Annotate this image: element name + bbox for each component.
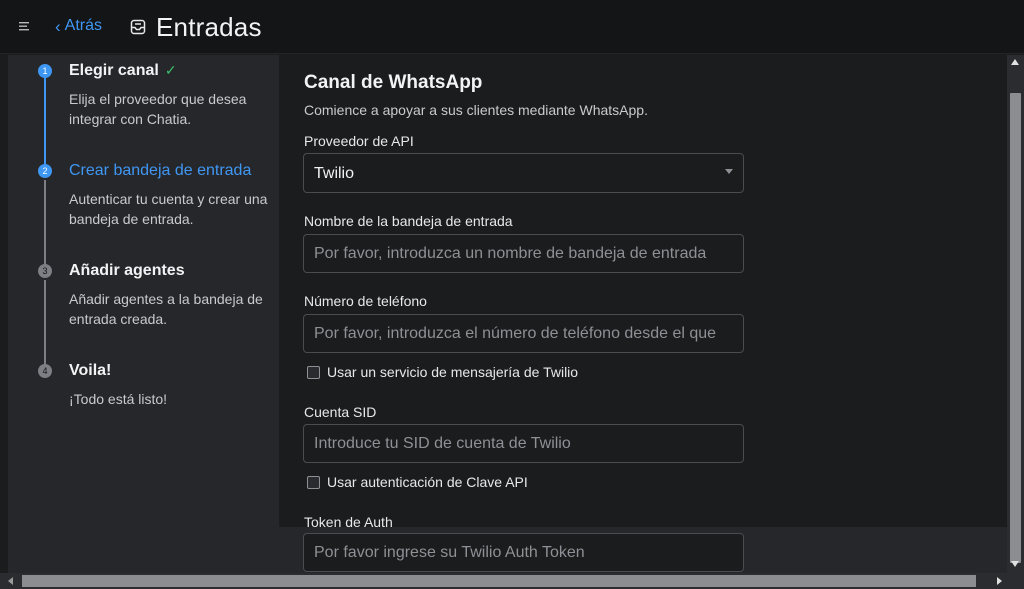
vertical-scrollbar[interactable] (1007, 55, 1024, 573)
step-number-badge: 3 (38, 264, 52, 278)
back-button[interactable]: ‹ Atrás (55, 17, 102, 35)
top-bar: ‹ Atrás Entradas (0, 0, 1024, 54)
caret-down-icon (725, 169, 733, 174)
scroll-up-icon[interactable] (1011, 59, 1019, 65)
scroll-left-icon[interactable] (8, 577, 13, 585)
wizard-step-create-inbox[interactable]: 2 Crear bandeja de entrada Autenticar tu… (8, 155, 279, 255)
step-number-badge: 2 (38, 164, 52, 178)
step-description: Autenticar tu cuenta y crear una bandeja… (69, 191, 268, 227)
api-key-auth-checkbox[interactable] (307, 475, 320, 489)
page-title: Entradas (156, 12, 262, 42)
wizard-step-done[interactable]: 4 Voila! ¡Todo está listo! (8, 355, 279, 435)
form-title: Canal de WhatsApp (304, 72, 483, 93)
horizontal-scrollbar[interactable] (0, 573, 1024, 589)
api-provider-select[interactable]: Twilio (303, 153, 744, 193)
hamburger-icon[interactable] (18, 20, 32, 32)
api-key-auth-option[interactable]: Usar autenticación de Clave API (307, 474, 528, 490)
inbox-name-input[interactable] (303, 234, 744, 273)
step-number-badge: 4 (38, 364, 52, 378)
inbox-name-label: Nombre de la bandeja de entrada (304, 213, 513, 229)
inbox-icon (130, 19, 146, 35)
auth-token-label: Token de Auth (304, 514, 393, 530)
form-subtitle: Comience a apoyar a sus clientes mediant… (304, 102, 648, 118)
step-description: ¡Todo está listo! (69, 391, 168, 407)
vertical-scroll-thumb[interactable] (1010, 93, 1021, 563)
messaging-service-checkbox-label: Usar un servicio de mensajería de Twilio (327, 364, 579, 380)
step-number-badge: 1 (38, 64, 52, 78)
wizard-step-choose-channel[interactable]: 1 Elegir canal ✓ Elija el proveedor que d… (8, 55, 279, 155)
phone-number-label: Número de teléfono (304, 293, 427, 309)
step-title-text: Elegir canal (69, 62, 159, 79)
scroll-right-icon[interactable] (997, 577, 1002, 585)
step-title: Añadir agentes (69, 262, 185, 279)
horizontal-scroll-thumb[interactable] (22, 575, 976, 587)
phone-number-input[interactable] (303, 314, 744, 353)
check-icon: ✓ (164, 62, 177, 78)
step-title: Crear bandeja de entrada (69, 162, 252, 179)
api-provider-value: Twilio (314, 165, 355, 182)
wizard-steps-panel: 1 Elegir canal ✓ Elija el proveedor que d… (8, 55, 279, 573)
back-label: Atrás (64, 17, 103, 34)
wizard-step-add-agents[interactable]: 3 Añadir agentes Añadir agentes a la ban… (8, 255, 279, 355)
scroll-down-icon[interactable] (1011, 561, 1019, 567)
api-provider-label: Proveedor de API (304, 133, 414, 149)
messaging-service-checkbox[interactable] (307, 365, 320, 379)
account-sid-input[interactable] (303, 424, 744, 463)
messaging-service-option[interactable]: Usar un servicio de mensajería de Twilio (307, 364, 578, 380)
account-sid-label: Cuenta SID (304, 404, 377, 420)
step-description: Elija el proveedor que desea integrar co… (69, 91, 247, 127)
step-title: Voila! (69, 362, 112, 379)
api-key-auth-checkbox-label: Usar autenticación de Clave API (327, 474, 528, 490)
auth-token-input[interactable] (303, 533, 744, 572)
chevron-left-icon: ‹ (55, 16, 61, 36)
step-description: Añadir agentes a la bandeja de entrada c… (69, 291, 263, 327)
step-title: Elegir canal ✓ (69, 62, 177, 80)
